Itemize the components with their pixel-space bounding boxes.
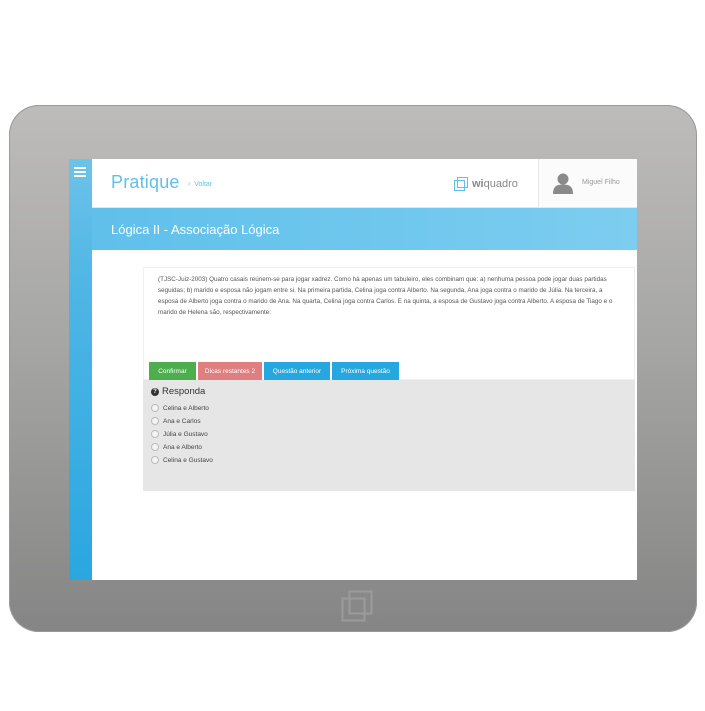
option-label: Júlia e Gustavo — [163, 430, 208, 438]
answer-option[interactable]: Celina e Gustavo — [151, 456, 213, 464]
topic-banner: Lógica II - Associação Lógica — [92, 208, 637, 250]
top-header: Pratique ‹ Voltar wiquadro Miguel Filho — [92, 159, 637, 208]
answer-area: ? Responda Celina e Alberto Ana e Carlos… — [143, 380, 635, 491]
user-menu[interactable]: Miguel Filho — [538, 159, 637, 207]
radio-button[interactable] — [151, 404, 159, 412]
hamburger-menu-icon[interactable] — [74, 167, 86, 177]
option-label: Celina e Gustavo — [163, 456, 213, 464]
logo-suffix: quadro — [483, 178, 518, 190]
radio-button[interactable] — [151, 417, 159, 425]
next-question-button[interactable]: Próxima questão — [332, 362, 399, 380]
option-label: Ana e Alberto — [163, 443, 203, 451]
user-name: Miguel Filho — [582, 179, 620, 186]
option-label: Ana e Carlos — [163, 417, 201, 425]
answer-option[interactable]: Júlia e Gustavo — [151, 430, 208, 438]
wiquadro-logo: wiquadro — [454, 176, 518, 192]
radio-button[interactable] — [151, 430, 159, 438]
user-avatar-icon — [553, 173, 573, 194]
respond-heading: ? Responda — [151, 386, 205, 397]
radio-button[interactable] — [151, 443, 159, 451]
sidebar — [69, 159, 92, 580]
confirm-button[interactable]: Confirmar — [149, 362, 196, 380]
respond-label: Responda — [162, 386, 206, 397]
topic-title: Lógica II - Associação Lógica — [111, 222, 280, 237]
logo-squares-icon — [454, 177, 468, 191]
question-circle-icon: ? — [151, 387, 159, 396]
page-title: Pratique — [111, 172, 180, 192]
answer-option[interactable]: Ana e Carlos — [151, 417, 201, 425]
back-link[interactable]: ‹ Voltar — [188, 181, 212, 188]
option-label: Celina e Alberto — [163, 404, 209, 412]
tablet-screen: Pratique ‹ Voltar wiquadro Miguel Filho … — [69, 159, 637, 580]
radio-button[interactable] — [151, 456, 159, 464]
answer-option[interactable]: Ana e Alberto — [151, 443, 202, 451]
hints-remaining-button[interactable]: Dicas restantes 2 — [198, 362, 262, 380]
previous-question-button[interactable]: Questão anterior — [264, 362, 330, 380]
tablet-home-button-icon[interactable] — [341, 590, 373, 622]
answer-option[interactable]: Celina e Alberto — [151, 404, 209, 412]
logo-prefix: wi — [472, 178, 484, 190]
back-link-label: Voltar — [194, 181, 213, 188]
